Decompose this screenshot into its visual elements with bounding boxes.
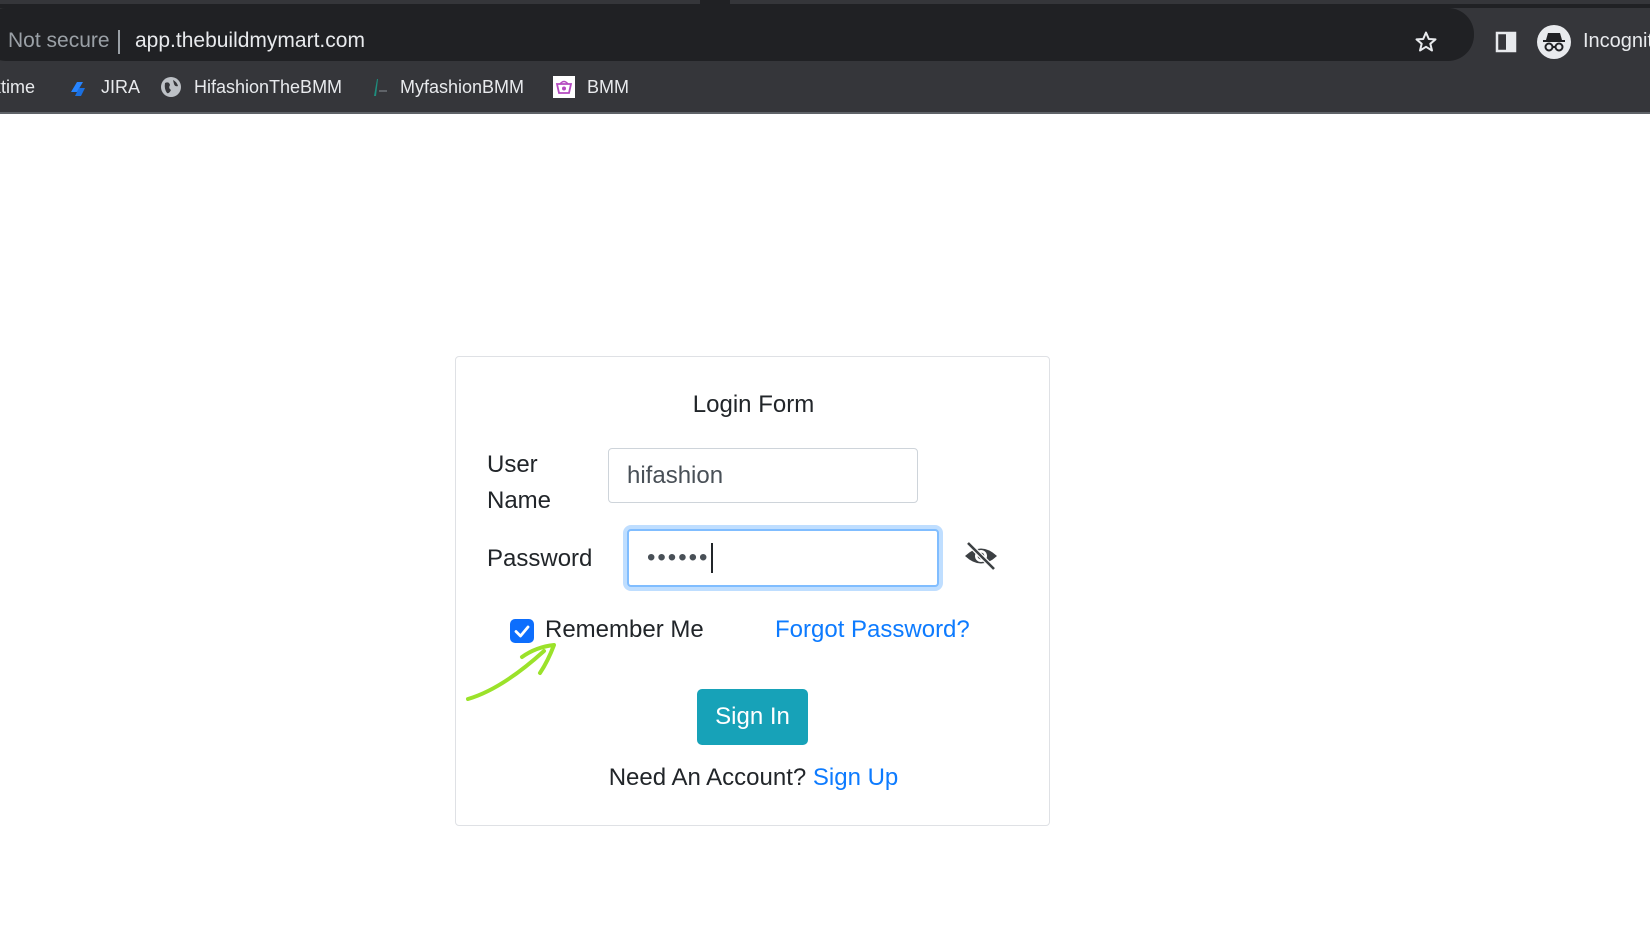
side-panel-icon[interactable] — [1494, 30, 1518, 54]
incognito-label[interactable]: Incognito — [1583, 28, 1650, 54]
sign-in-button[interactable]: Sign In — [697, 689, 808, 745]
bookmark-myfashion[interactable]: MyfashionBMM — [366, 74, 524, 100]
incognito-icon — [1543, 33, 1565, 52]
eye-slash-icon[interactable] — [963, 540, 999, 572]
bookmark-label: ktime — [0, 76, 36, 97]
form-title: Login Form — [692, 391, 815, 418]
incognito-avatar[interactable] — [1537, 25, 1571, 59]
bookmark-jira[interactable]: JIRA — [67, 74, 140, 100]
tab-divider — [0, 0, 700, 4]
username-label: User Name — [487, 451, 552, 514]
browser-toolbar: Not secure app.thebuildmymart.com Incogn… — [0, 8, 1650, 61]
bookmark-item[interactable]: ktime — [0, 74, 35, 100]
bookmark-bmm[interactable]: BMM — [553, 74, 629, 100]
login-card: Login Form User Name hifashion Password … — [455, 356, 1050, 826]
bmm-icon — [553, 76, 575, 98]
jira-icon — [71, 82, 85, 96]
omnibox-separator — [118, 30, 120, 54]
checkmark-icon — [514, 625, 530, 638]
bookmark-label: MyfashionBMM — [400, 76, 525, 97]
address-bar[interactable]: Not secure app.thebuildmymart.com — [0, 8, 1474, 61]
tab-divider — [730, 0, 1650, 4]
text-caret — [711, 543, 714, 573]
annotation-arrow-icon — [466, 643, 556, 701]
need-account-text: Need An Account? — [608, 764, 807, 791]
url-text[interactable]: app.thebuildmymart.com — [135, 28, 365, 54]
remember-label[interactable]: Remember Me — [545, 615, 704, 645]
tab-strip — [0, 0, 1650, 8]
password-value: •••••• — [647, 544, 710, 571]
password-input[interactable]: •••••• — [627, 529, 939, 587]
myfashion-icon — [374, 79, 387, 96]
bookmark-label: HifashionTheBMM — [194, 76, 343, 97]
sign-up-link[interactable]: Sign Up — [813, 764, 898, 791]
remember-checkbox[interactable] — [510, 619, 534, 643]
globe-icon — [161, 77, 181, 97]
bookmark-star-icon[interactable] — [1414, 30, 1438, 54]
username-value: hifashion — [627, 461, 724, 489]
bookmark-label: JIRA — [101, 76, 141, 97]
security-status[interactable]: Not secure — [8, 28, 110, 54]
forgot-password-link[interactable]: Forgot Password? — [775, 615, 970, 645]
bookmarks-bar: ktime JIRA HifashionTheBMM MyfashionBMM … — [0, 61, 1650, 114]
bookmark-hifashion[interactable]: HifashionTheBMM — [160, 74, 342, 100]
username-input[interactable]: hifashion — [608, 448, 918, 503]
signup-prompt: Need An Account? Sign Up — [456, 763, 1051, 793]
bookmark-label: BMM — [587, 76, 629, 97]
password-label: Password — [487, 545, 593, 572]
